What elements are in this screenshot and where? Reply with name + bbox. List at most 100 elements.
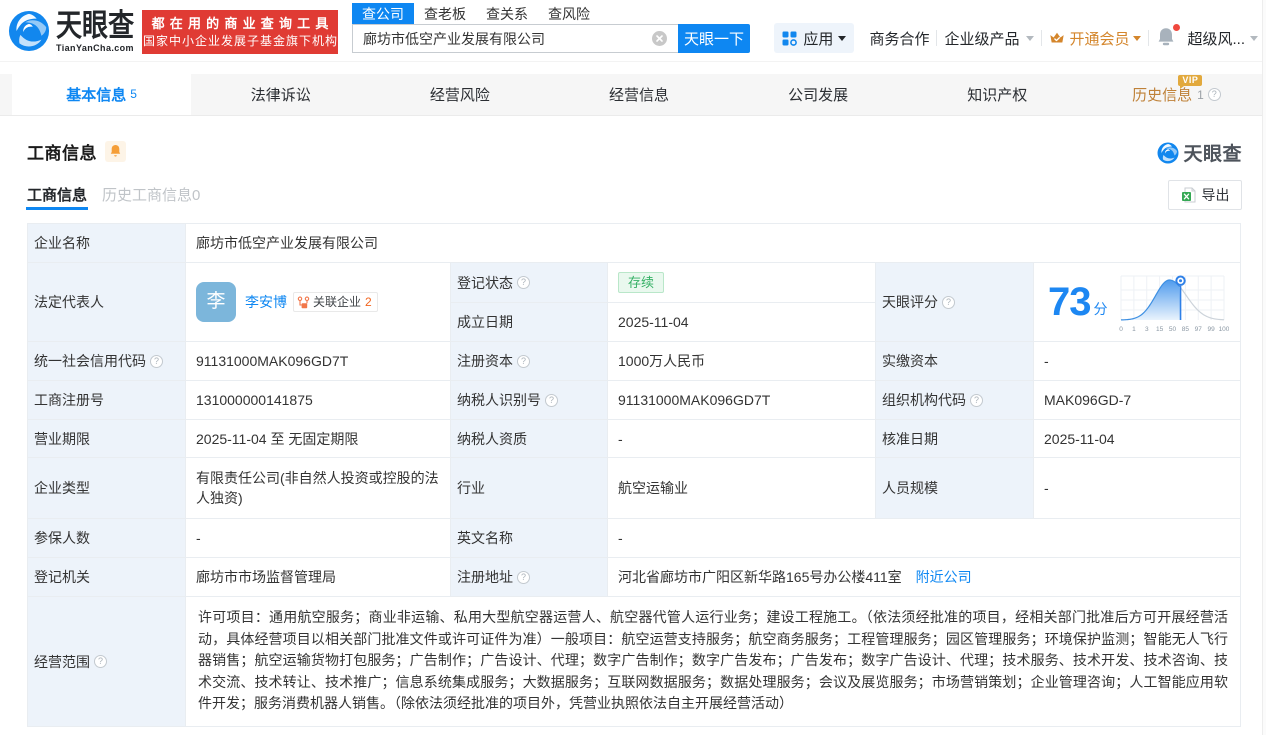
reg-address-help-icon[interactable]: ? (517, 570, 530, 584)
related-companies-icon (297, 296, 310, 308)
score-number: 73 (1048, 280, 1091, 324)
reg-capital-value: 1000万人民币 (607, 341, 876, 381)
tianyancha-company-page: 天眼查 TianYanCha.com 都在用的商业查询工具 国家中小企业发展子基… (0, 0, 1266, 735)
subtab-business-info[interactable]: 工商信息 (26, 185, 88, 210)
apps-menu[interactable]: 应用 (774, 23, 855, 53)
legal-rep-name-link[interactable]: 李安博 (245, 292, 287, 312)
watermark-logo: 天眼查 (1157, 139, 1242, 166)
subtab-business-info-label: 工商信息 (27, 187, 88, 204)
taxpayer-quality-value: - (607, 419, 876, 458)
business-cooperation-link[interactable]: 商务合作 (869, 28, 929, 49)
tab-company-development[interactable]: 公司发展 (729, 74, 908, 115)
table-row: 企业类型 有限责任公司(非自然人投资或控股的法人独资) 行业 航空运输业 人员规… (27, 457, 1242, 519)
legal-rep-avatar[interactable]: 李 (196, 282, 236, 322)
tab-basic-info[interactable]: 基本信息 5 (12, 74, 192, 115)
taxpayer-quality-label: 纳税人资质 (450, 419, 608, 458)
table-row: 经营范围 ? 许可项目：通用航空服务；商业非运输、私用大型航空器运营人、航空器代… (27, 596, 1242, 727)
business-scope-help-icon[interactable]: ? (94, 655, 107, 668)
apps-menu-label: 应用 (803, 30, 834, 48)
taxpayer-id-value: 91131000MAK096GD7T (607, 380, 876, 420)
reg-status-help-icon[interactable]: ? (517, 276, 530, 289)
svg-text:3: 3 (1144, 326, 1148, 333)
industry-label: 行业 (450, 457, 608, 519)
apps-caret-icon (838, 36, 847, 41)
tab-intellectual-property[interactable]: 知识产权 (908, 74, 1087, 115)
approval-date-label: 核准日期 (875, 419, 1034, 458)
history-help-icon[interactable]: ? (1207, 88, 1221, 101)
svg-text:100: 100 (1218, 326, 1228, 333)
svg-text:50: 50 (1168, 326, 1176, 333)
reg-address-value: 河北省廊坊市广阳区新华路165号办公楼411室 附近公司 (606, 557, 1242, 597)
table-row: 登记机关 廊坊市市场监督管理局 注册地址 ? 河北省廊坊市广阳区新华路165号办… (27, 557, 1242, 597)
vip-badge: VIP (1178, 75, 1203, 89)
company-type-label: 企业类型 (27, 457, 186, 519)
paid-capital-value: - (1032, 341, 1242, 381)
notification-bell[interactable] (1156, 24, 1181, 50)
taxpayer-id-help-icon[interactable]: ? (545, 393, 558, 407)
svg-text:99: 99 (1207, 326, 1215, 333)
search-input[interactable] (352, 24, 678, 53)
reg-address-label: 注册地址 ? (450, 557, 608, 597)
est-date-value: 2025-11-04 (607, 302, 876, 342)
paid-capital-label: 实缴资本 (875, 341, 1034, 381)
status-badge: 存续 (618, 272, 665, 293)
score-unit: 分 (1093, 301, 1108, 317)
subscribe-bell-button[interactable] (105, 140, 126, 162)
export-button[interactable]: 导出 (1168, 180, 1242, 210)
reg-capital-help-icon[interactable]: ? (517, 354, 530, 368)
english-name-label: 英文名称 (450, 518, 608, 558)
menu-divider (1041, 30, 1043, 46)
super-risk-menu[interactable]: 超级风... (1187, 28, 1258, 49)
table-row: 企业名称 廊坊市低空产业发展有限公司 (27, 223, 1242, 263)
svg-text:15: 15 (1156, 326, 1164, 333)
score-value: 73 分 0 1 3 15 50 85 97 99 100 (1032, 262, 1242, 342)
reg-number-label: 工商注册号 (27, 380, 186, 420)
search-box: 天眼一下 (352, 24, 750, 53)
table-row: 法定代表人 李 李安博 关联企业 2 登记状态 ? 存续 天眼评分 ? 73 分… (27, 262, 1242, 342)
watermark-logo-icon (1157, 142, 1179, 163)
enterprise-caret-icon (1026, 36, 1035, 41)
svg-text:97: 97 (1194, 326, 1202, 333)
crown-icon (1050, 32, 1065, 43)
tab-legal-lawsuit[interactable]: 法律诉讼 (191, 74, 370, 115)
subtab-history-business-info[interactable]: 历史工商信息0 (102, 185, 200, 210)
credit-code-help-icon[interactable]: ? (150, 354, 163, 368)
table-row: 参保人数 - 英文名称 - (27, 518, 1242, 558)
reg-authority-value: 廊坊市市场监督管理局 (185, 557, 451, 597)
search-button[interactable]: 天眼一下 (678, 24, 750, 53)
taxpayer-id-label: 纳税人识别号 ? (450, 380, 608, 420)
enterprise-products-label: 企业级产品 (944, 30, 1020, 48)
subtab-active-underline (26, 207, 88, 210)
nearby-companies-link[interactable]: 附近公司 (916, 569, 972, 585)
insured-label: 参保人数 (27, 518, 186, 558)
business-scope-label: 经营范围 ? (27, 596, 186, 727)
score-help-icon[interactable]: ? (942, 295, 955, 309)
business-info-table: 企业名称 廊坊市低空产业发展有限公司 法定代表人 李 李安博 关联企业 2 登记… (27, 223, 1242, 727)
tab-history-info[interactable]: 历史信息 1 ? VIP (1087, 74, 1266, 115)
table-row: 统一社会信用代码 ? 91131000MAK096GD7T 注册资本 ? 100… (27, 341, 1242, 381)
tab-operation-info[interactable]: 经营信息 (549, 74, 728, 115)
tianyancha-logo[interactable]: 天眼查 TianYanCha.com (8, 10, 149, 53)
reg-authority-label: 登记机关 (27, 557, 186, 597)
enterprise-products-menu[interactable]: 企业级产品 (944, 28, 1035, 49)
super-risk-caret-icon (1250, 36, 1258, 41)
tab-operation-risk[interactable]: 经营风险 (370, 74, 549, 115)
tab-basic-info-label: 基本信息 (66, 86, 127, 104)
scrollbar-track[interactable] (1262, 0, 1266, 735)
org-code-help-icon[interactable]: ? (970, 393, 983, 407)
vip-caret-icon (1133, 36, 1142, 41)
section-title: 工商信息 (27, 143, 97, 163)
top-header: 天眼查 TianYanCha.com 都在用的商业查询工具 国家中小企业发展子基… (0, 0, 1266, 62)
super-risk-label: 超级风... (1187, 30, 1245, 48)
search-clear-icon[interactable] (652, 31, 667, 46)
related-companies-badge[interactable]: 关联企业 2 (293, 292, 378, 312)
tianyancha-logo-icon (8, 10, 50, 52)
logo-text: 天眼查 TianYanCha.com (56, 10, 149, 53)
org-code-label: 组织机构代码 ? (875, 380, 1034, 420)
business-term-value: 2025-11-04 至 无固定期限 (185, 419, 451, 458)
open-vip-menu[interactable]: 开通会员 (1049, 28, 1142, 49)
reg-status-value: 存续 (607, 262, 876, 303)
logo-cn: 天眼查 (56, 8, 135, 43)
score-distribution-chart[interactable]: 0 1 3 15 50 85 97 99 100 (1116, 268, 1229, 336)
